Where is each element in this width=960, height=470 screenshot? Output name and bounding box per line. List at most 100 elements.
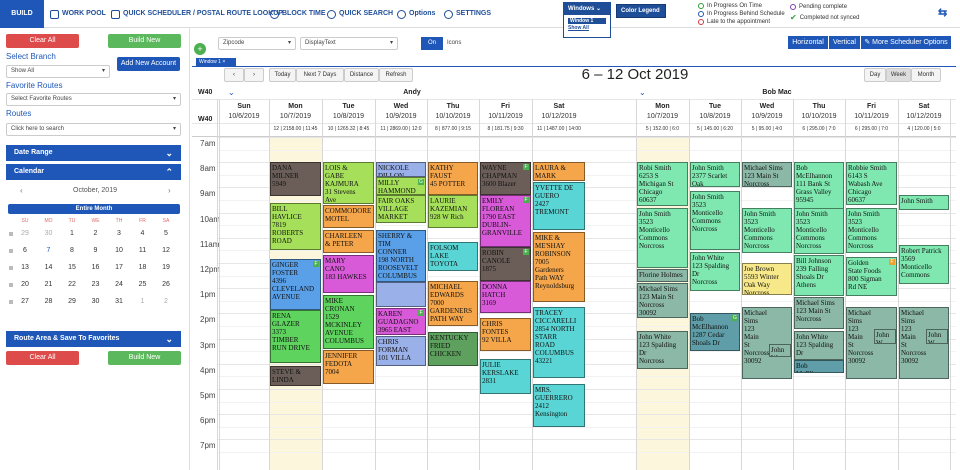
appointment-card[interactable]: DANA MILNER 5949 [270,162,321,197]
calendar-day[interactable]: 27 [14,298,36,305]
appointment-card[interactable]: TRACEY CICCARELLI 2854 NORTH STARR ROAD … [533,307,585,378]
calendar-day[interactable]: 5 [155,230,177,237]
calendar-day[interactable]: 12 [155,247,177,254]
calendar-day[interactable]: 2 [155,298,177,305]
calendar-day[interactable]: 23 [85,281,107,288]
prev-month-button[interactable]: ‹ [20,186,23,195]
appointment-card[interactable]: COMMODORE MOTEL [323,205,374,228]
calendar-day[interactable]: 19 [155,264,177,271]
appointment-card[interactable] [376,281,426,308]
calendar-day[interactable]: 18 [132,264,154,271]
zipcode-select[interactable]: Zipcode ▾ [218,37,296,50]
appointment-card[interactable]: John Smith 3523 Monticello Commons Norcr… [794,207,844,255]
appointment-card[interactable]: John White 123 Spalding Dr Norcross [637,331,688,369]
calendar-day[interactable]: 22 [61,281,83,288]
calendar-day[interactable]: 1 [61,230,83,237]
calendar-day[interactable]: 2 [85,230,107,237]
appointment-card[interactable]: KATHY FAUST 45 POTTER [428,162,478,195]
appointment-card[interactable]: John Smith 3523 Monticello Commons Norcr… [690,191,740,251]
appointment-card[interactable]: STEVE & LINDA [270,366,321,387]
calendar-day[interactable]: 30 [85,298,107,305]
appointment-card[interactable]: Michael Sims 123 Main St Norcross [742,162,792,188]
appointment-card[interactable]: MARY CANO 183 HAWKES [323,255,374,294]
favorite-routes-select[interactable]: Select Favorite Routes ▾ [6,93,181,106]
calendar-day[interactable]: 11 [132,247,154,254]
appointment-card[interactable]: BILL HAVLICE 7819 ROBERTS ROAD [270,202,321,251]
calendar-day[interactable]: 10 [108,247,130,254]
windows-popup-header[interactable]: Windows ⌄ [564,3,610,15]
route-area-save-accordion[interactable]: Route Area & Save To Favorites ⌄ [6,331,181,347]
appointment-card[interactable]: Bob McElhannon 1287 Cedar Shoals Dr G [690,313,740,352]
appointment-card[interactable]: JULIE KERSLAKE 2831 [480,358,531,395]
chevron-down-icon[interactable]: ⌄ [639,88,646,97]
week-select-square[interactable] [9,300,13,304]
previous-week-button[interactable]: ‹ [224,68,244,82]
routes-search-input[interactable]: Click here to search ▾ [6,123,181,136]
chevron-down-icon[interactable]: ⌄ [228,88,235,97]
calendar-day[interactable]: 16 [85,264,107,271]
appointment-card[interactable]: MIKE CRONAN 1529 MCKINLEY AVENUE COLUMBU… [323,294,374,349]
appointment-card[interactable]: MICHAEL EDWARDS 7000 GARDENERS PATH WAY [428,280,478,326]
appointment-card[interactable]: WAYNE CHAPMAN 3600 Blazer F [480,162,531,195]
horizontal-view-button[interactable]: Horizontal [788,36,828,49]
week-select-square[interactable] [9,283,13,287]
week-select-square[interactable] [9,266,13,270]
month-view-button[interactable]: Month [911,68,941,82]
calendar-day[interactable]: 14 [38,264,60,271]
appointment-card[interactable]: LAURA & MARK [533,162,585,182]
appointment-card[interactable]: LOIS & GABE KAJMURA 31 Stevens Ave [323,162,374,204]
calendar-day[interactable]: 20 [14,281,36,288]
refresh-arrows-icon[interactable]: ⇆ [938,6,947,19]
appointment-card[interactable]: John W [926,328,948,344]
calendar-day[interactable]: 29 [61,298,83,305]
distance-button[interactable]: Distance [344,68,379,82]
appointment-card[interactable]: Bill Johnson 239 Falling Shoals Dr Athen… [794,255,844,296]
appointment-card[interactable]: GINGER FOSTER 4396 CLEVELAND AVENUE F [270,259,321,310]
calendar-day[interactable]: 15 [61,264,83,271]
appointment-card[interactable]: FOLSOM LAKE TOYOTA [428,241,478,271]
appointment-card[interactable]: DONNA HATCH 3169 [480,280,531,314]
calendar-day[interactable]: 6 [14,247,36,254]
appointment-card[interactable]: Joe Brown 5593 Winter Oak Way Norcross [742,263,792,295]
refresh-button[interactable]: Refresh [379,68,413,82]
appointment-card[interactable]: John W [874,328,896,344]
calendar-day[interactable]: 21 [38,281,60,288]
appointment-card[interactable]: SHERRY & TIM CONNER 198 NORTH ROOSEVELT … [376,230,426,282]
calendar-day[interactable]: 4 [132,230,154,237]
appointment-card[interactable]: FAIR OAKS VILLAGE MARKET [376,194,426,223]
quick-scheduler-link[interactable]: QUICK SCHEDULER / POSTAL ROUTE LOOKUP [111,7,283,21]
appointment-card[interactable]: John Smith 3523 Monticello Commons Norcr… [846,207,897,253]
week-select-square[interactable] [9,232,13,236]
quick-search-link[interactable]: QUICK SEARCH [327,7,393,21]
appointment-card[interactable]: RENA GLAZER 3373 TIMBER RUN DRIVE [270,309,321,363]
appointment-card[interactable]: John White 123 Spalding Dr [794,331,844,360]
calendar-day[interactable]: 25 [132,281,154,288]
options-link[interactable]: Options [397,7,435,21]
block-time-link[interactable]: BLOCK TIME [270,7,326,21]
appointment-card[interactable]: LAURIE KAZEMIAN 928 W Rich [428,194,478,228]
appointment-card[interactable]: John Smith 3523 Monticello Commons Norcr… [742,207,792,253]
calendar-day[interactable]: 3 [108,230,130,237]
add-window-button[interactable]: + [194,43,206,55]
appointment-card[interactable]: Robi Smith 6253 S Michigan St Chicago 60… [637,162,688,207]
window-1-option[interactable]: Window 1 [568,18,606,24]
appointment-card[interactable]: Florine Holmes [637,269,688,282]
appointment-card[interactable]: KAREN GUADAGNO 3965 EAST DUBLIN-F [376,308,426,335]
build-tab[interactable]: BUILD [0,0,44,28]
calendar-day[interactable]: 28 [38,298,60,305]
color-legend-button[interactable]: Color Legend ⌄ [616,4,666,26]
calendar-day[interactable]: 9 [85,247,107,254]
appointment-card[interactable]: Bob McElhannon [794,360,844,373]
calendar-accordion[interactable]: Calendar ⌃ [6,164,181,180]
appointment-card[interactable]: ROBIN CANOLE 1875 F [480,246,531,281]
appointment-card[interactable]: CHARLEEN & PETER [323,230,374,253]
calendar-day[interactable]: 13 [14,264,36,271]
appointment-card[interactable]: CHRIS FONTES 92 VILLA [480,318,531,352]
calendar-day[interactable]: 24 [108,281,130,288]
appointment-card[interactable]: MRS. GUERRERO 2412 Kensington [533,383,585,427]
add-new-account-button[interactable]: Add New Account [117,57,180,71]
day-view-button[interactable]: Day [864,68,886,82]
clear-all-button[interactable]: Clear All [6,34,79,48]
appointment-card[interactable]: YVETTE DE GUERO 2427 TREMONT [533,182,585,231]
appointment-card[interactable]: KENTUCKY FRIED CHICKEN [428,332,478,367]
